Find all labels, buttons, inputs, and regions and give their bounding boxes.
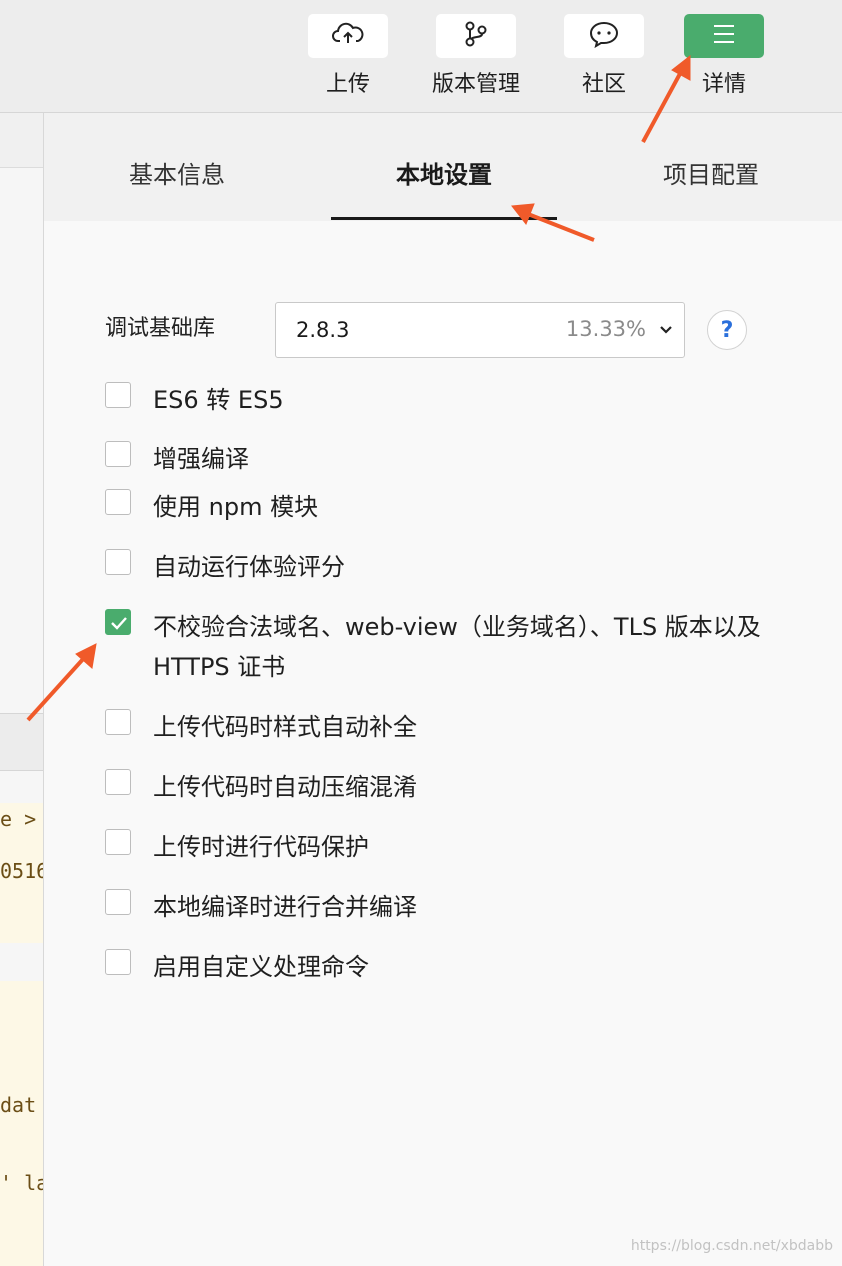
cloud-upload-icon: [332, 21, 364, 51]
debug-lib-version: 2.8.3: [296, 318, 350, 342]
editor-tab-bar: [0, 113, 43, 168]
details-label: 详情: [701, 72, 746, 97]
upload-button[interactable]: [308, 14, 388, 58]
community-button[interactable]: [564, 14, 644, 58]
branch-icon: [462, 20, 490, 52]
tab-basic-info[interactable]: 基本信息: [77, 155, 277, 190]
top-toolbar: 上传 版本管理 社区 详情: [0, 0, 842, 113]
checkbox-checked[interactable]: [105, 609, 131, 635]
option-label: 自动运行体验评分: [153, 553, 345, 581]
code-line: e >: [0, 807, 37, 831]
option-label: 增强编译: [153, 445, 249, 473]
community-label: 社区: [581, 72, 626, 97]
active-tab-indicator: [331, 217, 557, 220]
debug-lib-select[interactable]: 2.8.3 13.33%: [275, 302, 685, 358]
upload-label: 上传: [325, 72, 370, 97]
checkbox[interactable]: [105, 382, 131, 408]
tab-project-config[interactable]: 项目配置: [611, 155, 811, 190]
checkbox[interactable]: [105, 769, 131, 795]
option-label: 上传代码时自动压缩混淆: [153, 773, 417, 801]
debug-lib-label: 调试基础库: [105, 316, 216, 341]
editor-strip: e > 0516 dat ' la: [0, 113, 43, 1266]
menu-icon: [712, 23, 736, 49]
option-label: 启用自定义处理命令: [153, 953, 369, 981]
checkbox[interactable]: [105, 949, 131, 975]
checkbox[interactable]: [105, 709, 131, 735]
checkbox[interactable]: [105, 829, 131, 855]
version-control-label: 版本管理: [431, 72, 520, 97]
version-control-button[interactable]: [436, 14, 516, 58]
details-panel: 基本信息 本地设置 项目配置 调试基础库 2.8.3 13.33% ? ES6 …: [43, 113, 842, 1266]
chevron-down-icon: [658, 321, 674, 341]
option-label: ES6 转 ES5: [153, 386, 284, 414]
code-line: 0516: [0, 859, 43, 883]
debug-lib-percent: 13.33%: [565, 317, 646, 341]
option-label: 上传代码时样式自动补全: [153, 713, 417, 741]
checkbox[interactable]: [105, 489, 131, 515]
console-area-bottom: [0, 981, 43, 1266]
help-button[interactable]: ?: [707, 310, 747, 350]
checkbox[interactable]: [105, 889, 131, 915]
checkbox[interactable]: [105, 549, 131, 575]
code-line: dat: [0, 1093, 37, 1117]
watermark: https://blog.csdn.net/xbdabb: [630, 1238, 833, 1254]
checkbox[interactable]: [105, 441, 131, 467]
tab-local-settings[interactable]: 本地设置: [344, 155, 544, 190]
chat-bubble-icon: [588, 20, 620, 52]
editor-divider: [0, 713, 43, 771]
option-label: 上传时进行代码保护: [153, 833, 369, 861]
code-line: ' la: [0, 1171, 43, 1195]
tab-bar: 基本信息 本地设置 项目配置: [44, 113, 842, 221]
option-label: 不校验合法域名、web-view（业务域名）、TLS 版本以及 HTTPS 证书: [153, 613, 761, 681]
details-button[interactable]: [684, 14, 764, 58]
option-label: 使用 npm 模块: [153, 493, 319, 521]
checkmark-icon: [111, 617, 127, 630]
option-label: 本地编译时进行合并编译: [153, 893, 417, 921]
